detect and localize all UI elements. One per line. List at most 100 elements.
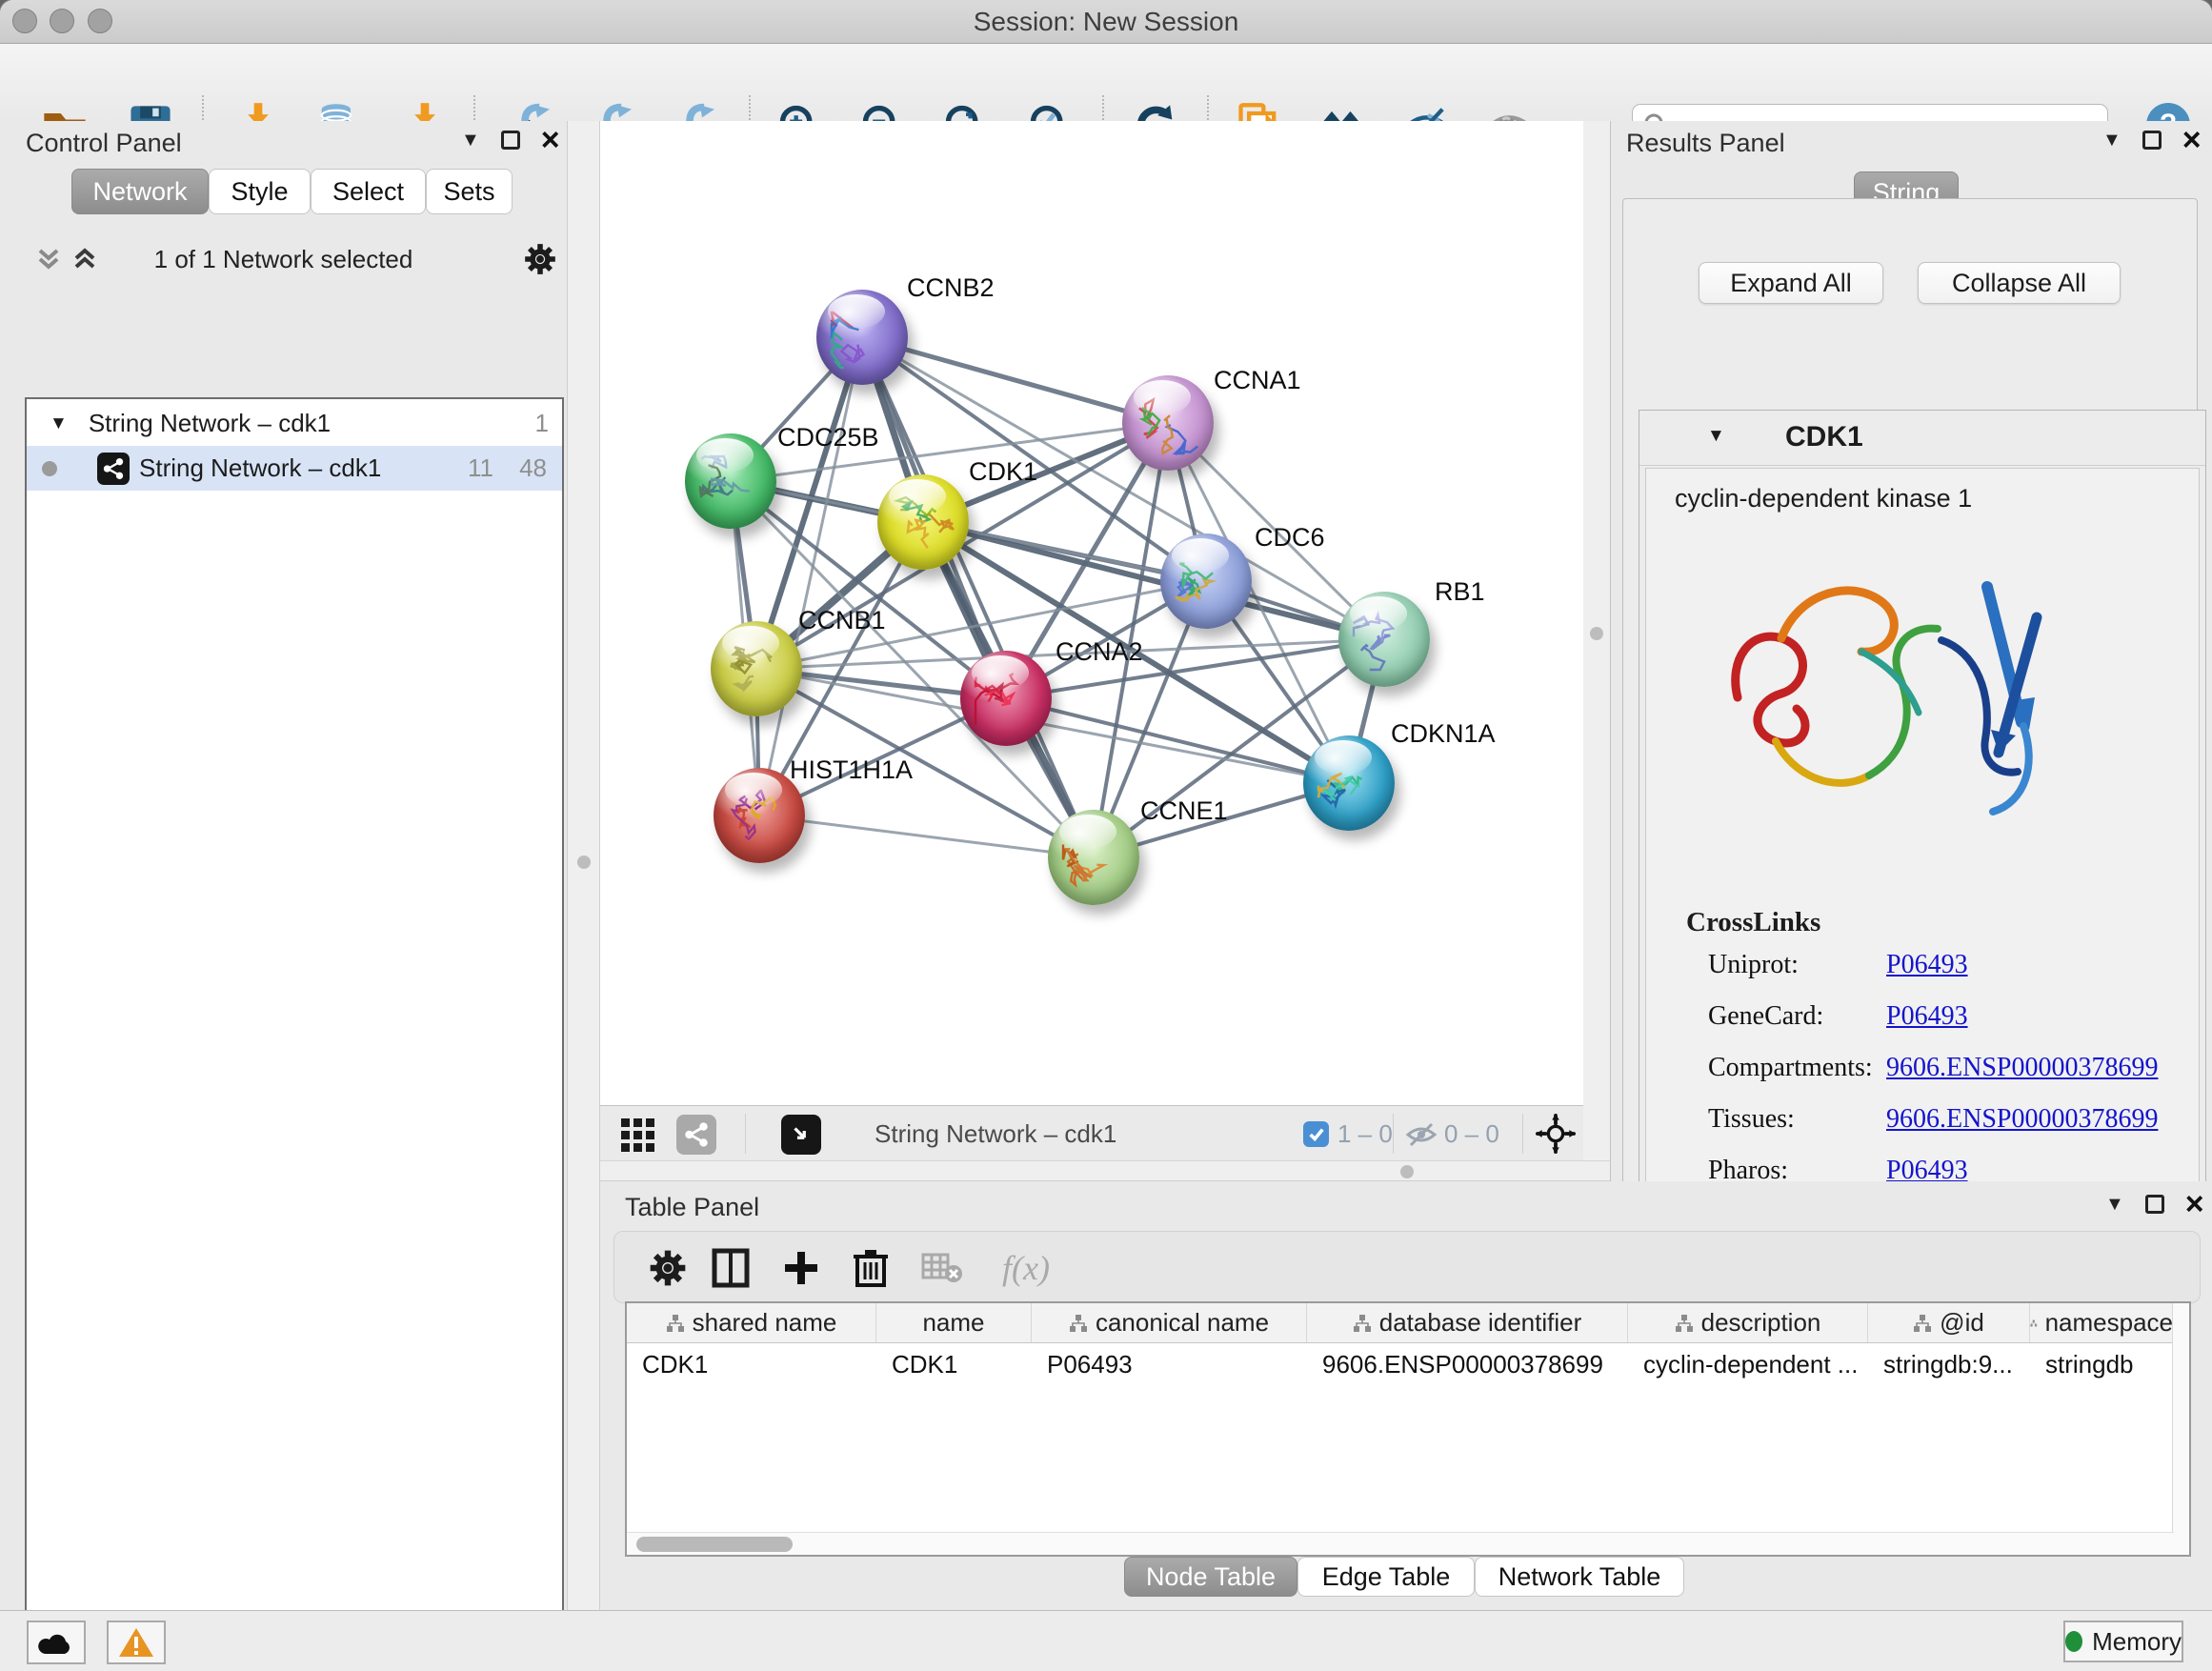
column-header-name[interactable]: name bbox=[876, 1303, 1032, 1342]
column-header-canonical-name[interactable]: canonical name bbox=[1032, 1303, 1307, 1342]
column-header-database-identifier[interactable]: database identifier bbox=[1307, 1303, 1628, 1342]
table-cell: stringdb bbox=[2030, 1350, 2174, 1379]
grid-view-icon[interactable] bbox=[617, 1113, 659, 1155]
node-CCNB2[interactable] bbox=[816, 290, 908, 385]
table-panel-collapse-icon[interactable]: ▼ bbox=[2105, 1195, 2124, 1214]
tab-select[interactable]: Select bbox=[311, 169, 426, 214]
network-view-toolbar: String Network – cdk1 1 – 0 0 – 0 bbox=[600, 1105, 1583, 1160]
zoom-window-button[interactable] bbox=[88, 9, 112, 33]
network-row-selected[interactable]: String Network – cdk1 11 48 bbox=[27, 446, 562, 491]
main-toolbar: ? bbox=[0, 44, 2212, 122]
control-panel-collapse-icon[interactable]: ▼ bbox=[461, 131, 480, 150]
results-panel: Results Panel ▼ × String Expand All Coll… bbox=[1610, 121, 2212, 1181]
tab-style[interactable]: Style bbox=[209, 169, 311, 214]
control-panel-float-icon[interactable] bbox=[501, 131, 520, 150]
results-panel-collapse-icon[interactable]: ▼ bbox=[2102, 131, 2122, 150]
minimize-window-button[interactable] bbox=[50, 9, 74, 33]
delete-column-icon[interactable] bbox=[848, 1245, 894, 1291]
node-CCNE1[interactable] bbox=[1048, 810, 1139, 905]
memory-button[interactable]: Memory bbox=[2063, 1621, 2183, 1662]
hidden-counter: 0 – 0 bbox=[1444, 1106, 1499, 1161]
node-CCNA1[interactable] bbox=[1122, 375, 1214, 471]
node-RB1[interactable] bbox=[1338, 592, 1430, 687]
column-header-description[interactable]: description bbox=[1628, 1303, 1868, 1342]
warning-button[interactable] bbox=[107, 1621, 166, 1664]
right-splitter[interactable] bbox=[1583, 121, 1610, 1181]
table-horizontal-scrollbar[interactable] bbox=[627, 1532, 2174, 1555]
table-vertical-scrollbar[interactable] bbox=[2172, 1303, 2189, 1555]
crosslink-link[interactable]: P06493 bbox=[1886, 950, 1968, 980]
edge-CCNB2-HIST1H1A[interactable] bbox=[759, 337, 862, 815]
edge-HIST1H1A-CCNE1[interactable] bbox=[759, 815, 1094, 857]
birds-eye-view-icon[interactable] bbox=[781, 1115, 821, 1155]
tab-network[interactable]: Network bbox=[71, 169, 209, 214]
table-cell: cyclin-dependent ... bbox=[1628, 1350, 1868, 1379]
close-window-button[interactable] bbox=[12, 9, 37, 33]
window-title: Session: New Session bbox=[0, 0, 2212, 44]
column-header-shared-name[interactable]: shared name bbox=[627, 1303, 876, 1342]
node-CDC25B[interactable] bbox=[685, 433, 776, 529]
column-header-namespace[interactable]: namespace bbox=[2030, 1303, 2174, 1342]
crosslinks-title: CrossLinks bbox=[1686, 907, 1820, 938]
table-panel-title: Table Panel bbox=[625, 1191, 759, 1223]
tab-sets[interactable]: Sets bbox=[426, 169, 513, 214]
tab-edge-table[interactable]: Edge Table bbox=[1297, 1557, 1475, 1597]
left-splitter[interactable] bbox=[567, 121, 600, 1610]
memory-label: Memory bbox=[2092, 1627, 2182, 1657]
node-CCNA2[interactable] bbox=[960, 651, 1052, 746]
column-header--id[interactable]: @id bbox=[1868, 1303, 2030, 1342]
network-options-gear-icon[interactable] bbox=[522, 241, 558, 282]
table-cell: stringdb:9... bbox=[1868, 1350, 2030, 1379]
table-cell: CDK1 bbox=[876, 1350, 1032, 1379]
control-panel-close-icon[interactable]: × bbox=[541, 131, 560, 150]
node-label-CCNB2: CCNB2 bbox=[907, 273, 995, 303]
table-panel-float-icon[interactable] bbox=[2145, 1195, 2164, 1214]
results-panel-float-icon[interactable] bbox=[2142, 131, 2162, 150]
table-cell: P06493 bbox=[1032, 1350, 1307, 1379]
app-window: Session: New Session ? Control Panel ▼ ×… bbox=[0, 0, 2212, 1671]
control-panel: Control Panel ▼ × NetworkStyleSelectSets… bbox=[0, 121, 567, 1610]
tab-node-table[interactable]: Node Table bbox=[1124, 1557, 1297, 1597]
network-canvas[interactable]: CCNB2CCNA1CDC25BCDK1CDC6RB1CCNB1CCNA2CDK… bbox=[600, 121, 1583, 1105]
crosslink-link[interactable]: 9606.ENSP00000378699 bbox=[1886, 1104, 2158, 1135]
node-gloss bbox=[1315, 740, 1372, 775]
protein-collapse-icon[interactable]: ▼ bbox=[1707, 426, 1725, 447]
node-label-CDC25B: CDC25B bbox=[777, 423, 879, 453]
table-row[interactable]: CDK1CDK1P064939606.ENSP00000378699cyclin… bbox=[627, 1343, 2174, 1385]
table-body: CDK1CDK1P064939606.ENSP00000378699cyclin… bbox=[627, 1343, 2174, 1385]
node-label-CDKN1A: CDKN1A bbox=[1391, 719, 1496, 749]
crosslink-label: GeneCard: bbox=[1708, 1001, 1823, 1032]
crosslink-link[interactable]: P06493 bbox=[1886, 1001, 1968, 1032]
cloud-button[interactable] bbox=[27, 1621, 86, 1664]
protein-section-header[interactable]: ▼ CDK1 bbox=[1639, 411, 2205, 466]
network-collection-row[interactable]: ▼ String Network – cdk1 1 bbox=[27, 401, 562, 446]
fit-content-crosshair-icon[interactable] bbox=[1536, 1114, 1576, 1154]
node-CDK1[interactable] bbox=[877, 474, 969, 570]
node-gloss bbox=[889, 479, 946, 513]
share-network-icon[interactable] bbox=[676, 1115, 716, 1155]
collection-expand-icon[interactable]: ▼ bbox=[50, 413, 68, 434]
add-column-icon[interactable] bbox=[778, 1245, 824, 1291]
node-table: shared namenamecanonical namedatabase id… bbox=[625, 1301, 2191, 1557]
results-panel-close-icon[interactable]: × bbox=[2182, 131, 2202, 150]
table-gear-icon[interactable] bbox=[645, 1245, 691, 1291]
node-label-CCNA1: CCNA1 bbox=[1214, 366, 1301, 395]
node-gloss bbox=[1172, 538, 1229, 573]
node-label-CCNE1: CCNE1 bbox=[1140, 796, 1228, 826]
table-panel-close-icon[interactable]: × bbox=[2185, 1195, 2204, 1214]
column-network-icon bbox=[1913, 1314, 1932, 1333]
node-CDKN1A[interactable] bbox=[1303, 735, 1395, 831]
crosslink-link[interactable]: 9606.ENSP00000378699 bbox=[1886, 1053, 2158, 1083]
collection-count: 1 bbox=[535, 409, 549, 438]
titlebar: Session: New Session bbox=[0, 0, 2212, 44]
selected-nodes-checkbox[interactable] bbox=[1303, 1121, 1329, 1147]
expand-all-button[interactable]: Expand All bbox=[1699, 262, 1883, 304]
node-CDC6[interactable] bbox=[1160, 534, 1252, 629]
protein-details: cyclin-dependent kinase 1 bbox=[1645, 468, 2200, 1241]
tab-network-table[interactable]: Network Table bbox=[1475, 1557, 1684, 1597]
show-columns-icon[interactable] bbox=[708, 1245, 754, 1291]
string-network-icon bbox=[97, 453, 130, 485]
node-CCNB1[interactable] bbox=[711, 621, 802, 716]
collapse-all-button[interactable]: Collapse All bbox=[1918, 262, 2121, 304]
edge-CCNB2-CCNA1[interactable] bbox=[862, 337, 1168, 423]
